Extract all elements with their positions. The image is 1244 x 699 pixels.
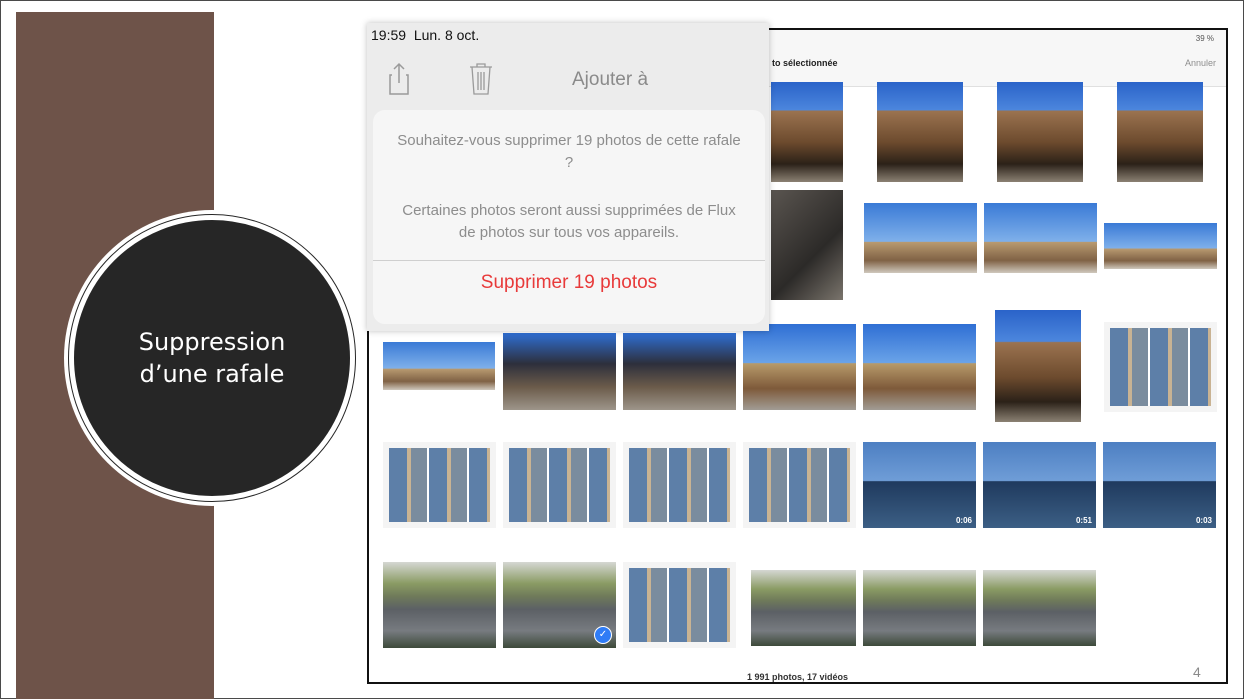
photo-thumb[interactable] [751,570,856,646]
screenshot-thumb[interactable] [743,442,856,528]
slide-title-line1: Suppression [138,328,286,356]
photo-thumb[interactable] [863,570,976,646]
photo-thumb[interactable] [503,333,616,410]
photo-thumb[interactable] [1104,223,1217,269]
screenshot-thumb[interactable] [1104,322,1217,412]
photo-thumb[interactable]: ✓ [503,562,616,648]
page-number: 4 [1193,664,1201,680]
screenshot-thumb[interactable] [503,442,616,528]
photo-thumb[interactable] [877,82,963,182]
battery-status: 39 % [1195,34,1214,43]
status-bar-time: 19:59 Lun. 8 oct. [371,27,479,43]
trash-icon[interactable] [469,61,493,95]
library-count: 1 991 photos, 17 vidéos [747,672,849,682]
selection-title: to sélectionnée [772,58,838,68]
video-duration: 0:51 [1075,516,1092,525]
photo-thumb[interactable] [771,82,843,182]
video-thumb[interactable]: 0:51 [983,442,1096,528]
selected-check-icon: ✓ [594,626,612,644]
photo-thumb[interactable] [863,324,976,410]
screenshot-thumb[interactable] [623,442,736,528]
dialog-message: Souhaitez-vous supprimer 19 photos de ce… [397,132,741,171]
photo-thumb[interactable] [997,82,1083,182]
slide-title-line2: d’une rafale [139,360,285,388]
photo-thumb[interactable] [864,203,977,273]
dialog-divider [373,260,765,261]
photo-thumb[interactable] [743,324,856,410]
video-thumb[interactable]: 0:06 [863,442,976,528]
slide-title: Suppression d’une rafale [72,218,352,498]
status-date: Lun. 8 oct. [413,27,480,43]
photo-thumb[interactable] [983,570,1096,646]
video-duration: 0:03 [1195,516,1212,525]
video-thumb[interactable]: 0:03 [1103,442,1216,528]
add-to-button[interactable]: Ajouter à [572,69,648,91]
photo-thumb[interactable] [771,190,843,300]
photo-thumb[interactable] [995,310,1081,422]
delete-confirmation-dialog: Souhaitez-vous supprimer 19 photos de ce… [373,110,765,324]
dialog-info: Certaines photos seront aussi supprimées… [402,202,736,241]
photo-thumb[interactable] [383,562,496,648]
delete-action-sheet: 19:59 Lun. 8 oct. Ajouter à Souhaitez-vo… [367,23,769,331]
screenshot-thumb[interactable] [623,562,736,648]
photo-thumb[interactable] [1117,82,1203,182]
photo-thumb[interactable] [383,342,495,390]
cancel-button[interactable]: Annuler [1185,58,1216,68]
screenshot-thumb[interactable] [383,442,496,528]
video-duration: 0:06 [955,516,972,525]
photo-thumb[interactable] [623,333,736,410]
status-time: 19:59 [371,27,407,43]
photo-thumb[interactable] [984,203,1097,273]
delete-photos-button[interactable]: Supprimer 19 photos [373,272,765,294]
share-icon[interactable] [389,61,409,95]
